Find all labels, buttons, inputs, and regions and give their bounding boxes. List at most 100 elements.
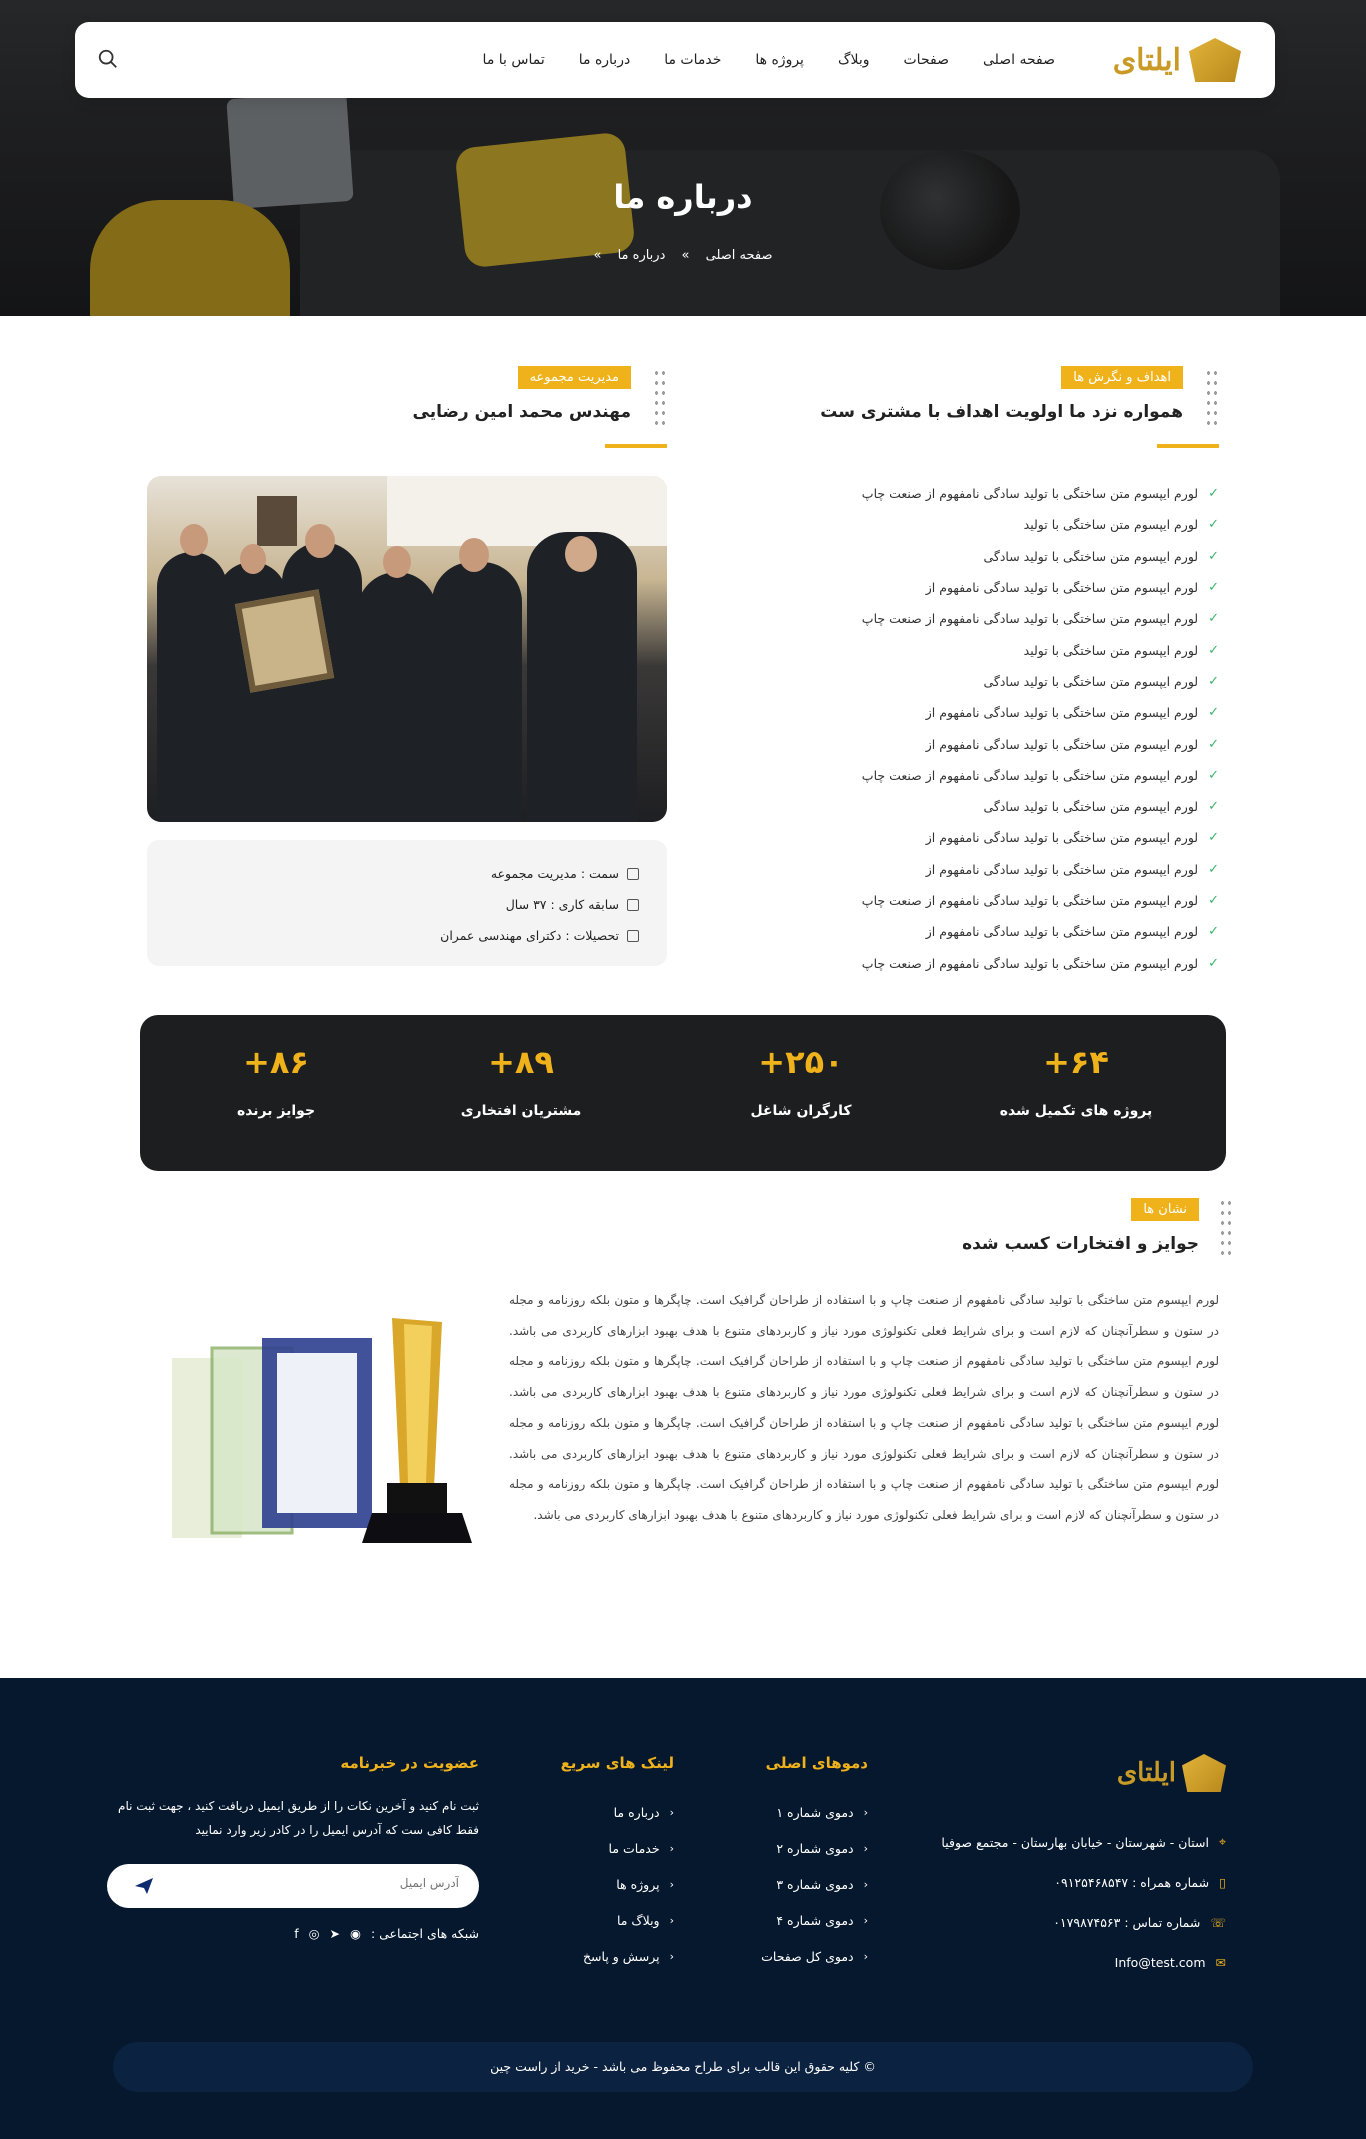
breadcrumb-separator: » bbox=[681, 248, 690, 263]
footer-demo-link[interactable]: ‹ دموی کل صفحات bbox=[688, 1938, 868, 1974]
stat-value: +۲۵۰ bbox=[758, 1043, 844, 1081]
chevron-left-icon: ‹ bbox=[669, 1913, 674, 1927]
check-icon: ✓ bbox=[1208, 673, 1219, 689]
check-icon: ✓ bbox=[1208, 580, 1219, 596]
goals-tag-wrap: اهداف و نگرش ها bbox=[1061, 366, 1183, 389]
goals-title: همواره نزد ما اولویت اهداف با مشتری ست bbox=[820, 402, 1183, 422]
footer-demo-link[interactable]: ‹ دموی شماره ۲ bbox=[688, 1830, 868, 1866]
stat-workers: +۲۵۰ کارگران شاغل bbox=[681, 1015, 921, 1119]
list-item: ✓ لورم ایپسوم متن ساختگی با تولید سادگی ن… bbox=[925, 736, 1219, 752]
social-label: شبکه های اجتماعی : bbox=[370, 1926, 479, 1941]
menu-item-home[interactable]: صفحه اصلی bbox=[983, 52, 1055, 68]
footer-demo-link[interactable]: ‹ دموی شماره ۱ bbox=[688, 1794, 868, 1830]
photo-face bbox=[459, 538, 489, 572]
footer-logo[interactable]: ایلتای bbox=[886, 1754, 1226, 1792]
list-item: ✓ لورم ایپسوم متن ساختگی با تولید سادگی ن… bbox=[861, 955, 1219, 971]
logo-emblem-icon bbox=[1182, 1754, 1226, 1792]
stat-value: +۸۶ bbox=[243, 1043, 309, 1081]
whatsapp-icon[interactable]: ◉ bbox=[350, 1926, 361, 1941]
menu-item-blog[interactable]: وبلاگ bbox=[838, 52, 870, 68]
footer-quick-links: لینک های سریع ‹ درباره ما ‹ خدمات ما ‹ پروژ… bbox=[494, 1754, 674, 1974]
footer-demo-link[interactable]: ‹ دموی شماره ۴ bbox=[688, 1902, 868, 1938]
chevron-left-icon: ‹ bbox=[863, 1841, 868, 1855]
footer-quick-link[interactable]: ‹ پروژه ها bbox=[494, 1866, 674, 1902]
footer-phone: ☏ شماره تماس : ۰۱۷۹۸۷۴۵۶۳ bbox=[1053, 1914, 1226, 1930]
telegram-icon[interactable]: ➤ bbox=[330, 1926, 340, 1941]
photo-person bbox=[527, 532, 637, 822]
search-icon[interactable] bbox=[97, 48, 119, 70]
social-row: شبکه های اجتماعی : ◉ ➤ ◎ f bbox=[107, 1926, 479, 1941]
photo-person bbox=[432, 562, 522, 822]
list-item: ✓ لورم ایپسوم متن ساختگی با تولید سادگی ن… bbox=[925, 830, 1219, 846]
email-input[interactable] bbox=[199, 1876, 459, 1890]
list-item: ✓ لورم ایپسوم متن ساختگی با تولید bbox=[1023, 517, 1219, 533]
copyright-bar: © کلیه حقوق این قالب برای طراح محفوظ می … bbox=[113, 2042, 1253, 2092]
decor-dots bbox=[1219, 1198, 1233, 1258]
info-experience: سابقه کاری : ۳۷ سال bbox=[175, 889, 639, 920]
site-logo[interactable]: ایلتای bbox=[1101, 34, 1241, 86]
chevron-left-icon: ‹ bbox=[863, 1877, 868, 1891]
trophy-certificates-image bbox=[172, 1318, 472, 1543]
photo-face bbox=[240, 544, 266, 574]
footer-newsletter: عضویت در خبرنامه ثبت نام کنید و آخرین نک… bbox=[107, 1754, 479, 1941]
menu-item-projects[interactable]: پروژه ها bbox=[755, 52, 804, 68]
footer-quick-link[interactable]: ‹ خدمات ما bbox=[494, 1830, 674, 1866]
menu-item-pages[interactable]: صفحات bbox=[904, 52, 949, 68]
list-item: ✓ لورم ایپسوم متن ساختگی با تولید سادگی ن… bbox=[925, 924, 1219, 940]
footer-logo-text: ایلتای bbox=[1116, 1758, 1176, 1788]
footer-email[interactable]: ✉ Info@test.com bbox=[886, 1942, 1226, 1982]
page-title: درباره ما bbox=[613, 178, 753, 216]
book-icon bbox=[627, 929, 639, 942]
manager-info-box: سمت : مدیریت مجموعه سابقه کاری : ۳۷ سال … bbox=[147, 840, 667, 966]
stat-label: مشتریان افتخاری bbox=[460, 1103, 582, 1119]
stats-band: +۶۴ پروژه های تکمیل شده +۲۵۰ کارگران شاغ… bbox=[140, 1015, 1226, 1171]
info-education: تحصیلات : دکترای مهندسی عمران bbox=[175, 920, 639, 951]
check-icon: ✓ bbox=[1208, 830, 1219, 846]
breadcrumb-home[interactable]: صفحه اصلی bbox=[706, 248, 773, 263]
chevron-left-icon: ‹ bbox=[863, 1949, 868, 1963]
list-item: ✓ لورم ایپسوم متن ساختگی با تولید سادگی ن… bbox=[861, 893, 1219, 908]
photo-plaque bbox=[234, 589, 335, 693]
mobile-icon: ▯ bbox=[1219, 1874, 1226, 1890]
goals-tag: اهداف و نگرش ها bbox=[1061, 366, 1183, 389]
decor-dots bbox=[653, 368, 667, 428]
newsletter-title: عضویت در خبرنامه bbox=[340, 1754, 479, 1772]
manager-underline bbox=[605, 444, 667, 448]
footer-demo-link[interactable]: ‹ دموی شماره ۳ bbox=[688, 1866, 868, 1902]
newsletter-email-field[interactable] bbox=[107, 1864, 479, 1908]
menu-item-services[interactable]: خدمات ما bbox=[664, 52, 721, 68]
stat-label: جوایز برنده bbox=[236, 1103, 316, 1119]
manager-award-photo bbox=[147, 476, 667, 822]
list-item: ✓ لورم ایپسوم متن ساختگی با تولید سادگی bbox=[983, 799, 1219, 815]
check-icon: ✓ bbox=[1208, 893, 1219, 908]
check-icon: ✓ bbox=[1208, 642, 1219, 658]
footer-contact: ایلتای ⌖ استان - شهرستان - خیابان بهارستا… bbox=[886, 1754, 1226, 1982]
check-icon: ✓ bbox=[1208, 517, 1219, 533]
check-icon: ✓ bbox=[1208, 924, 1219, 940]
menu-item-contact[interactable]: تماس با ما bbox=[483, 52, 545, 68]
calendar-icon bbox=[627, 898, 639, 911]
breadcrumb: صفحه اصلی » درباره ما » bbox=[0, 248, 1366, 263]
facebook-icon[interactable]: f bbox=[294, 1926, 298, 1941]
instagram-icon[interactable]: ◎ bbox=[309, 1926, 320, 1941]
main-menu: صفحه اصلی صفحات وبلاگ پروژه ها خدمات ما … bbox=[483, 22, 1055, 98]
goals-checklist: ✓ لورم ایپسوم متن ساختگی با تولید سادگی ن… bbox=[699, 478, 1219, 979]
logo-emblem-icon bbox=[1189, 38, 1241, 82]
list-item: ✓ لورم ایپسوم متن ساختگی با تولید bbox=[1023, 642, 1219, 658]
footer-quick-link[interactable]: ‹ وبلاگ ما bbox=[494, 1902, 674, 1938]
phone-icon: ☏ bbox=[1210, 1914, 1226, 1930]
check-icon: ✓ bbox=[1208, 705, 1219, 721]
breadcrumb-current: درباره ما bbox=[617, 248, 666, 263]
goals-underline bbox=[1157, 444, 1219, 448]
footer-links-title: لینک های سریع bbox=[560, 1754, 674, 1772]
photo-face bbox=[180, 524, 208, 556]
footer-address: ⌖ استان - شهرستان - خیابان بهارستان - مجت… bbox=[941, 1834, 1226, 1850]
send-icon[interactable] bbox=[135, 1878, 153, 1894]
footer-mobile: ▯ شماره همراه : ۰۹۱۲۵۴۶۸۵۴۷ bbox=[1054, 1874, 1226, 1890]
check-icon: ✓ bbox=[1208, 861, 1219, 877]
footer-quick-link[interactable]: ‹ درباره ما bbox=[494, 1794, 674, 1830]
check-icon: ✓ bbox=[1208, 611, 1219, 627]
menu-item-about[interactable]: درباره ما bbox=[579, 52, 630, 68]
chevron-left-icon: ‹ bbox=[863, 1805, 868, 1819]
footer-quick-link[interactable]: ‹ پرسش و پاسخ bbox=[494, 1938, 674, 1974]
